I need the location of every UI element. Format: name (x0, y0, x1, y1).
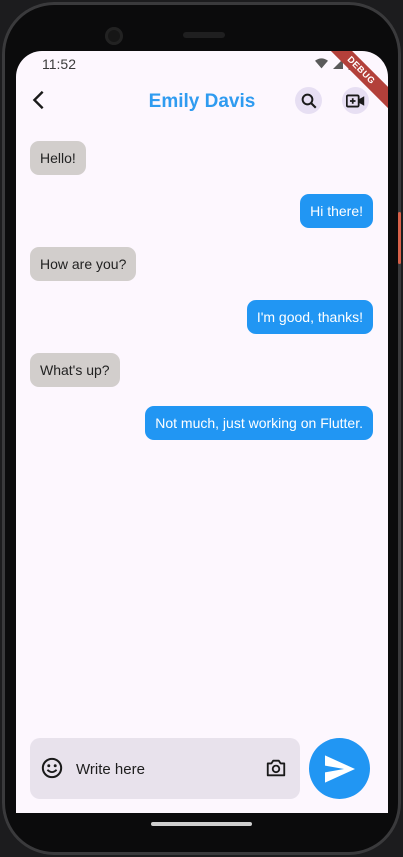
message-incoming[interactable]: Hello! (30, 141, 86, 175)
message-outgoing[interactable]: Not much, just working on Flutter. (145, 406, 373, 440)
send-icon (324, 754, 355, 783)
earpiece-speaker (183, 32, 225, 38)
status-time: 11:52 (42, 56, 76, 72)
message-incoming[interactable]: How are you? (30, 247, 137, 281)
send-button[interactable] (309, 738, 370, 799)
search-icon (301, 93, 316, 108)
message-input[interactable] (74, 756, 258, 782)
status-bar: 11:52 (16, 51, 388, 77)
home-indicator[interactable] (151, 822, 252, 826)
message-composer (30, 738, 300, 799)
wifi-icon (315, 58, 328, 69)
chat-title: Emily Davis (148, 91, 256, 112)
search-button[interactable] (295, 87, 322, 114)
message-incoming[interactable]: What's up? (30, 353, 120, 387)
message-outgoing[interactable]: I'm good, thanks! (246, 300, 373, 334)
camera-icon[interactable] (265, 757, 287, 779)
message-outgoing[interactable]: Hi there! (300, 194, 373, 228)
front-camera (105, 27, 123, 45)
side-button[interactable] (398, 212, 401, 264)
app-screen: 11:52 DEBUG Emily Davis Hello! Hi there!… (16, 51, 388, 813)
video-call-icon (346, 94, 365, 107)
video-call-button[interactable] (342, 87, 369, 114)
emoji-icon[interactable] (41, 757, 63, 779)
app-bar: Emily Davis (16, 81, 388, 121)
